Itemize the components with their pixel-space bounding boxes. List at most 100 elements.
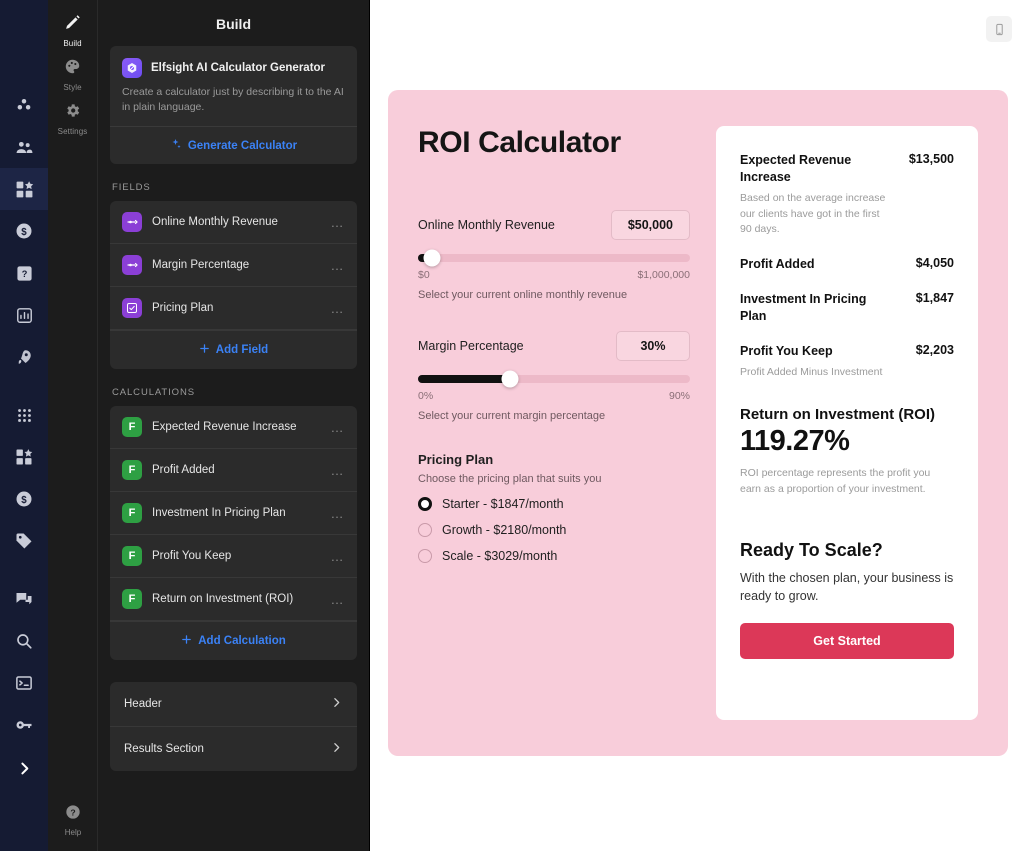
result-name: Expected Revenue Increase	[740, 152, 890, 186]
more-dots-icon[interactable]: …	[331, 463, 346, 478]
more-dots-icon[interactable]: …	[331, 301, 346, 316]
mode-tab-settings[interactable]: Settings	[48, 96, 98, 140]
svg-text:?: ?	[70, 807, 75, 817]
chat-icon[interactable]	[0, 578, 48, 620]
field-hint: Select your current margin percentage	[418, 410, 690, 422]
formula-icon: F	[122, 503, 142, 523]
choice-field-icon	[122, 298, 142, 318]
pricing-option-label: Starter - $1847/month	[442, 497, 564, 511]
pricing-option-scale[interactable]: Scale - $3029/month	[418, 549, 690, 563]
more-dots-icon[interactable]: …	[331, 506, 346, 521]
generate-calculator-button[interactable]: Generate Calculator	[110, 126, 357, 164]
analytics-icon[interactable]	[0, 294, 48, 336]
team-icon[interactable]	[0, 126, 48, 168]
roi-value: 119.27%	[740, 425, 954, 458]
billing-icon[interactable]: $	[0, 210, 48, 252]
help-question-icon[interactable]: ?	[0, 252, 48, 294]
apps-grid-icon[interactable]	[0, 168, 48, 210]
more-dots-icon[interactable]: …	[331, 549, 346, 564]
pricing-option-growth[interactable]: Growth - $2180/month	[418, 523, 690, 537]
formula-icon: F	[122, 460, 142, 480]
pricing-option-starter[interactable]: Starter - $1847/month	[418, 497, 690, 511]
calculation-label: Profit Added	[152, 464, 321, 476]
field-row-margin-percentage[interactable]: Margin Percentage …	[110, 244, 357, 287]
slider-min-label: $0	[418, 269, 430, 281]
expand-rail-button[interactable]	[0, 747, 48, 789]
add-field-button[interactable]: Add Field	[110, 330, 357, 369]
templates-icon[interactable]	[0, 436, 48, 478]
field-value-display[interactable]: 30%	[616, 331, 690, 361]
search-icon[interactable]	[0, 620, 48, 662]
more-dots-icon[interactable]: …	[331, 258, 346, 273]
radio-icon[interactable]	[418, 497, 432, 511]
result-name: Profit You Keep	[740, 343, 833, 360]
nav-label: Header	[124, 698, 162, 710]
pricing-option-label: Growth - $2180/month	[442, 523, 566, 537]
nav-row-header[interactable]: Header	[110, 682, 357, 727]
roi-block: Return on Investment (ROI) 119.27% ROI p…	[740, 406, 954, 498]
formula-icon: F	[122, 546, 142, 566]
result-name: Profit Added	[740, 256, 815, 273]
more-dots-icon[interactable]: …	[331, 420, 346, 435]
calculation-row-profit-added[interactable]: F Profit Added …	[110, 449, 357, 492]
chevron-right-icon	[330, 741, 343, 757]
section-nav-list: Header Results Section	[110, 682, 357, 771]
field-label: Online Monthly Revenue	[152, 216, 321, 228]
question-circle-icon: ?	[65, 804, 81, 825]
field-hint: Select your current online monthly reven…	[418, 289, 690, 301]
calculation-row-expected-revenue-increase[interactable]: F Expected Revenue Increase …	[110, 406, 357, 449]
result-amount: $13,500	[909, 152, 954, 166]
pricing-plan-title: Pricing Plan	[418, 452, 690, 467]
help-label: Help	[65, 828, 81, 837]
slider-thumb[interactable]	[423, 250, 440, 267]
result-amount: $4,050	[916, 256, 954, 270]
field-margin-percentage: Margin Percentage 30% 0% 90% Select your…	[418, 331, 690, 422]
build-panel: Build Elfsight AI Calculator Generator C…	[98, 0, 370, 851]
key-icon[interactable]	[0, 704, 48, 746]
calculator-widget: ROI Calculator Online Monthly Revenue $5…	[388, 90, 1008, 756]
calculation-row-investment-in-pricing-plan[interactable]: F Investment In Pricing Plan …	[110, 492, 357, 535]
mode-tab-label: Settings	[58, 127, 88, 136]
calculation-row-profit-you-keep[interactable]: F Profit You Keep …	[110, 535, 357, 578]
more-dots-icon[interactable]: …	[331, 592, 346, 607]
widget-form-column: ROI Calculator Online Monthly Revenue $5…	[418, 126, 690, 720]
result-name: Investment In Pricing Plan	[740, 291, 890, 325]
radio-icon[interactable]	[418, 523, 432, 537]
calculation-label: Profit You Keep	[152, 550, 321, 562]
dashboard-icon[interactable]	[0, 84, 48, 126]
result-amount: $1,847	[916, 291, 954, 305]
mode-tab-label: Build	[63, 39, 81, 48]
mobile-device-icon[interactable]	[986, 16, 1012, 42]
margin-slider[interactable]	[418, 375, 690, 383]
mode-tab-build[interactable]: Build	[48, 8, 98, 52]
fields-section-label: FIELDS	[112, 182, 357, 193]
result-investment-in-pricing-plan: Investment In Pricing Plan $1,847	[740, 291, 954, 325]
launch-rocket-icon[interactable]	[0, 336, 48, 378]
get-started-button[interactable]: Get Started	[740, 623, 954, 659]
field-row-pricing-plan[interactable]: Pricing Plan …	[110, 287, 357, 330]
pricing-dollar-icon[interactable]: $	[0, 478, 48, 520]
console-icon[interactable]	[0, 662, 48, 704]
help-button[interactable]: ? Help	[48, 804, 98, 837]
all-apps-icon[interactable]	[0, 394, 48, 436]
mode-tab-style[interactable]: Style	[48, 52, 98, 96]
field-row-online-monthly-revenue[interactable]: Online Monthly Revenue …	[110, 201, 357, 244]
field-value-display[interactable]: $50,000	[611, 210, 690, 240]
calculation-row-return-on-investment[interactable]: F Return on Investment (ROI) …	[110, 578, 357, 621]
slider-thumb[interactable]	[502, 371, 519, 388]
formula-icon: F	[122, 589, 142, 609]
revenue-slider[interactable]	[418, 254, 690, 262]
svg-text:$: $	[21, 227, 27, 238]
roi-note: ROI percentage represents the profit you…	[740, 466, 954, 498]
results-card: Expected Revenue Increase $13,500 Based …	[716, 126, 978, 720]
nav-row-results-section[interactable]: Results Section	[110, 727, 357, 771]
more-dots-icon[interactable]: …	[331, 215, 346, 230]
preview-canvas: ROI Calculator Online Monthly Revenue $5…	[370, 0, 1024, 851]
calculations-list: F Expected Revenue Increase … F Profit A…	[110, 406, 357, 660]
formula-icon: F	[122, 417, 142, 437]
radio-icon[interactable]	[418, 549, 432, 563]
svg-text:$: $	[21, 495, 27, 506]
add-field-label: Add Field	[216, 344, 268, 356]
tag-icon[interactable]	[0, 520, 48, 562]
add-calculation-button[interactable]: Add Calculation	[110, 621, 357, 660]
